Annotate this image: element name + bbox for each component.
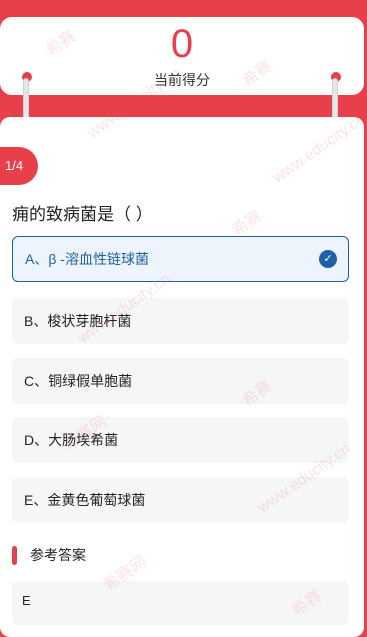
option-c-label: C、铜绿假单胞菌 [24, 373, 133, 389]
score-value: 0 [170, 22, 194, 66]
option-d-label: D、大肠埃希菌 [24, 432, 119, 448]
answer-accent-bar [12, 546, 17, 565]
option-b[interactable]: B、梭状芽胞杆菌 [12, 298, 349, 344]
score-label: 当前得分 [154, 72, 210, 88]
answer-title: 参考答案 [30, 547, 86, 563]
progress-badge: 1/4 [0, 147, 38, 185]
answer-box: E [12, 581, 349, 625]
answer-value: E [22, 593, 31, 608]
option-a-label: A、β -溶血性链球菌 [25, 251, 149, 267]
option-e[interactable]: E、金黄色葡萄球菌 [12, 477, 349, 523]
option-c[interactable]: C、铜绿假单胞菌 [12, 358, 349, 404]
question-text: 痈的致病菌是（ ） [12, 205, 153, 224]
option-a[interactable]: A、β -溶血性链球菌 ✓ [12, 236, 349, 282]
option-e-label: E、金黄色葡萄球菌 [24, 492, 146, 508]
score-card: 0 当前得分 [0, 17, 364, 95]
check-icon: ✓ [319, 250, 337, 268]
option-b-label: B、梭状芽胞杆菌 [24, 313, 132, 329]
option-d[interactable]: D、大肠埃希菌 [12, 417, 349, 463]
